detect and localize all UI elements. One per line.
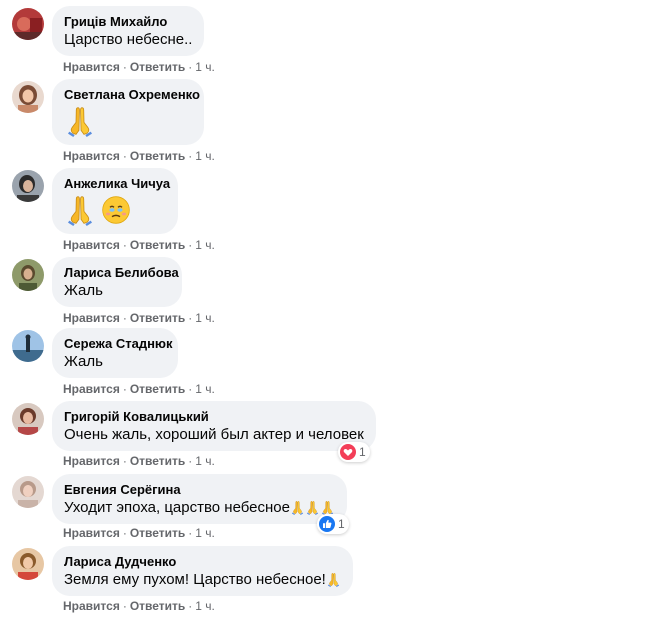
separator: · [188,311,193,325]
avatar[interactable] [12,8,44,40]
reaction-count: 1 [359,445,366,459]
comment-actions: Нравится · Ответить · 1 ч. [63,59,215,75]
reaction-badge[interactable]: 1 [317,514,349,534]
author-name[interactable]: Григорій Ковалицький [64,409,364,425]
like-link[interactable]: Нравится [63,382,120,396]
author-name[interactable]: Лариса Дудченко [64,554,341,570]
like-link[interactable]: Нравится [63,311,120,325]
reply-link[interactable]: Ответить [130,238,185,252]
comment-actions: Нравится · Ответить · 1 ч. [63,237,215,253]
timestamp[interactable]: 1 ч. [195,382,215,396]
separator: · [122,311,127,325]
reply-link[interactable]: Ответить [130,526,185,540]
timestamp[interactable]: 1 ч. [195,311,215,325]
like-link[interactable]: Нравится [63,149,120,163]
separator: · [122,382,127,396]
avatar[interactable] [12,170,44,202]
comment-actions: Нравится · Ответить · 1 ч. [63,148,215,164]
reply-link[interactable]: Ответить [130,454,185,468]
emoji-row [64,105,192,138]
separator: · [122,149,127,163]
reply-link[interactable]: Ответить [130,599,185,613]
folded-hands-icon [306,500,319,515]
face-holding-back-tears-icon [102,196,131,224]
comment-text: Уходит эпоха, царство небесное [64,498,335,518]
avatar[interactable] [12,330,44,362]
folded-hands-icon [67,106,93,138]
folded-hands-icon [327,572,340,587]
like-link[interactable]: Нравится [63,599,120,613]
reaction-count: 1 [338,517,345,531]
folded-hands-icon [321,500,334,515]
avatar[interactable] [12,403,44,435]
comment-actions: Нравится · Ответить · 1 ч. [63,310,215,326]
comment-actions: Нравится · Ответить · 1 ч. [63,381,215,397]
separator: · [188,238,193,252]
timestamp[interactable]: 1 ч. [195,60,215,74]
timestamp[interactable]: 1 ч. [195,526,215,540]
like-reaction-icon [319,516,335,532]
avatar[interactable] [12,548,44,580]
separator: · [188,60,193,74]
separator: · [188,382,193,396]
avatar[interactable] [12,259,44,291]
reaction-badge[interactable]: 1 [338,442,370,462]
timestamp[interactable]: 1 ч. [195,454,215,468]
timestamp[interactable]: 1 ч. [195,599,215,613]
reply-link[interactable]: Ответить [130,149,185,163]
comment-text: Земля ему пухом! Царство небесное! [64,570,341,590]
reply-link[interactable]: Ответить [130,60,185,74]
comment-bubble: Григорій Ковалицький Очень жаль, хороший… [52,401,376,451]
reply-link[interactable]: Ответить [130,311,185,325]
emoji-row [64,194,166,227]
comment-bubble: Евгения Серёгина Уходит эпоха, царство н… [52,474,347,524]
comment-text: Жаль [64,353,103,370]
comment-bubble: Анжелика Чичуа [52,168,178,234]
separator: · [122,454,127,468]
separator: · [188,149,193,163]
comment-bubble: Светлана Охременко [52,79,204,145]
like-link[interactable]: Нравится [63,526,120,540]
comment-bubble: Лариса Дудченко Земля ему пухом! Царство… [52,546,353,596]
separator: · [122,526,127,540]
author-name[interactable]: Светлана Охременко [64,87,200,103]
like-link[interactable]: Нравится [63,238,120,252]
avatar[interactable] [12,81,44,113]
comment-bubble: Гриців Михайло Царство небесне.. [52,6,205,56]
comment-actions: Нравится · Ответить · 1 ч. [63,598,215,614]
comment-text-content: Земля ему пухом! Царство небесное! [64,571,326,588]
comment-text-content: Уходит эпоха, царство небесное [64,499,290,516]
like-link[interactable]: Нравится [63,454,120,468]
author-name[interactable]: Сережа Стаднюк [64,336,173,352]
timestamp[interactable]: 1 ч. [195,149,215,163]
folded-hands-icon [291,500,304,515]
comment-text: Очень жаль, хороший был актер и человек [64,426,364,443]
like-link[interactable]: Нравится [63,60,120,74]
author-name[interactable]: Евгения Серёгина [64,482,335,498]
separator: · [188,599,193,613]
comment-text: Жаль [64,282,103,299]
separator: · [188,526,193,540]
timestamp[interactable]: 1 ч. [195,238,215,252]
comment-bubble: Лариса Белибова Жаль [52,257,182,307]
folded-hands-icon [67,196,93,227]
author-name[interactable]: Гриців Михайло [64,14,192,30]
author-name[interactable]: Лариса Белибова [64,265,179,281]
separator: · [122,60,127,74]
comment-bubble: Сережа Стаднюк Жаль [52,328,178,378]
separator: · [122,599,127,613]
separator: · [188,454,193,468]
comment-text: Царство небесне.. [64,31,193,48]
comment-actions: Нравится · Ответить · 1 ч. [63,453,215,469]
author-name[interactable]: Анжелика Чичуа [64,176,170,192]
reply-link[interactable]: Ответить [130,382,185,396]
comment-actions: Нравится · Ответить · 1 ч. [63,525,215,541]
love-reaction-icon [340,444,356,460]
separator: · [122,238,127,252]
avatar[interactable] [12,476,44,508]
